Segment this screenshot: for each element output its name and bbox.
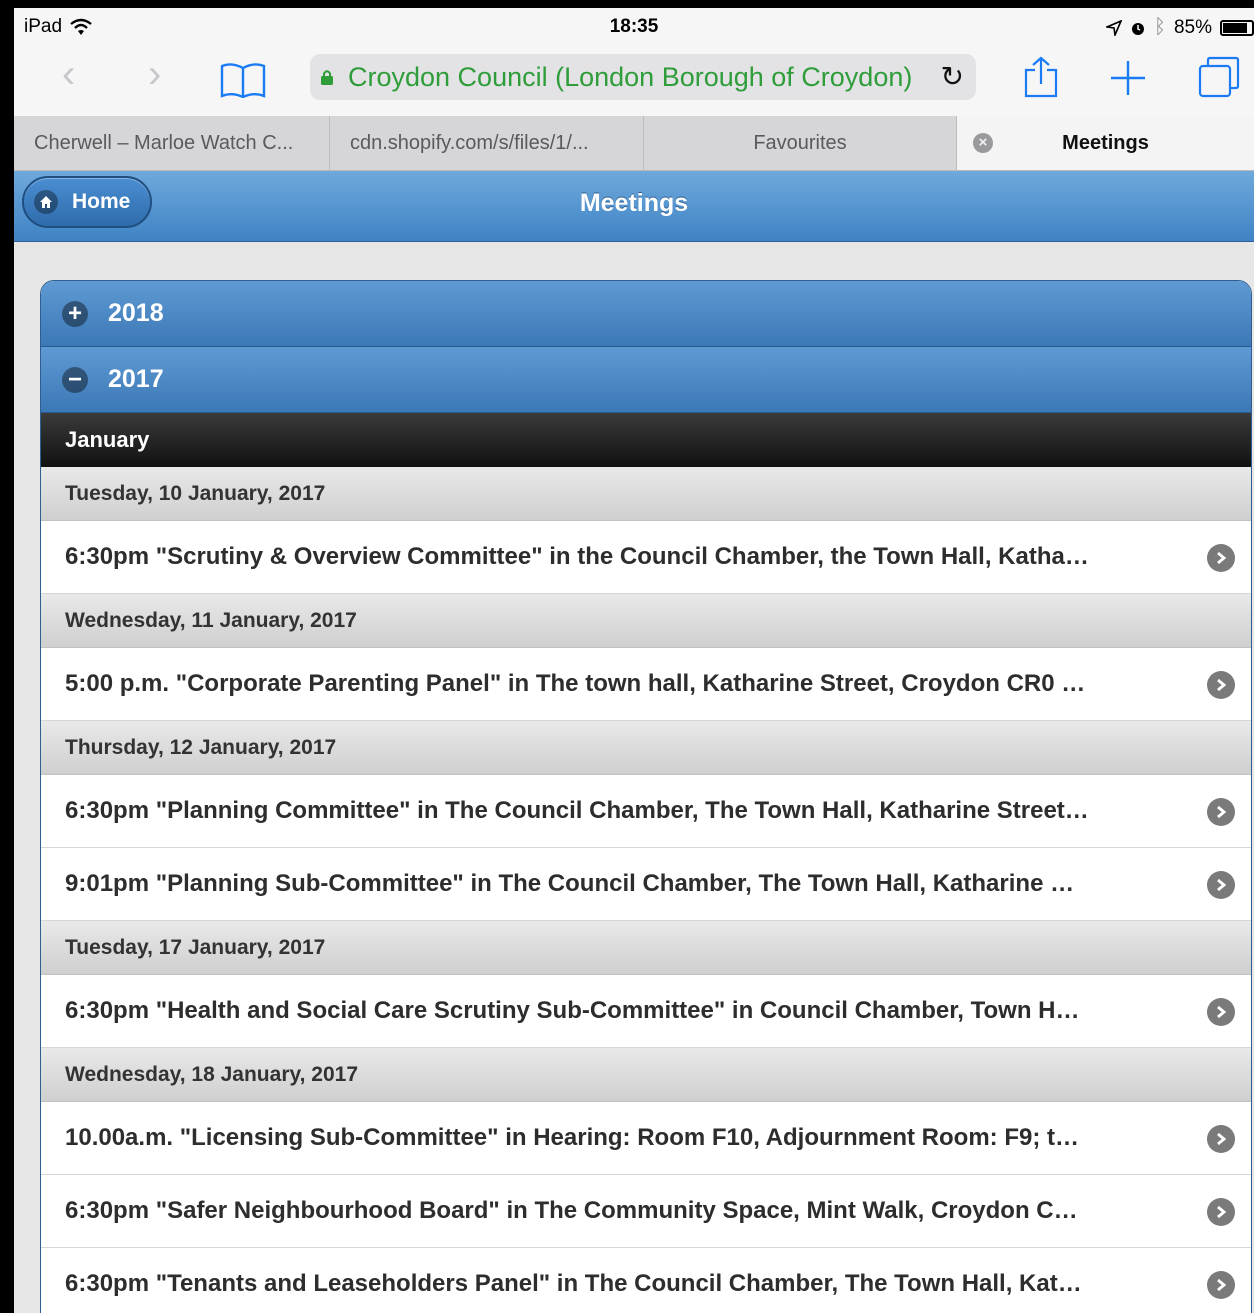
status-time: 18:35 <box>609 16 659 37</box>
share-icon[interactable] <box>1024 56 1058 98</box>
day-divider: Wednesday, 18 January, 2017 <box>41 1048 1251 1102</box>
meeting-text: 10.00a.m. "Licensing Sub-Committee" in H… <box>65 1124 1079 1151</box>
tab-label: Cherwell – Marloe Watch C... <box>34 131 294 154</box>
tab-label: cdn.shopify.com/s/files/1/... <box>350 131 589 154</box>
address-text: Croydon Council (London Borough of Croyd… <box>348 61 913 92</box>
tab-cherwell[interactable]: Cherwell – Marloe Watch C... <box>14 116 330 170</box>
chevron-right-icon <box>1207 998 1235 1026</box>
year-2018-header[interactable]: + 2018 <box>41 281 1251 347</box>
chevron-right-icon <box>1207 871 1235 899</box>
meeting-text: 6:30pm "Health and Social Care Scrutiny … <box>65 997 1080 1024</box>
minus-icon: − <box>62 366 88 393</box>
chevron-right-icon <box>1207 544 1235 572</box>
year-label: 2018 <box>108 299 164 327</box>
meeting-list-item[interactable]: 6:30pm "Safer Neighbourhood Board" in Th… <box>41 1175 1251 1248</box>
new-tab-plus-icon[interactable] <box>1110 60 1146 96</box>
day-divider: Thursday, 12 January, 2017 <box>41 721 1251 775</box>
day-divider: Tuesday, 17 January, 2017 <box>41 921 1251 975</box>
address-bar[interactable]: Croydon Council (London Borough of Croyd… <box>310 54 976 100</box>
battery-fill <box>1223 22 1247 33</box>
battery-percent: 85% <box>1173 16 1212 38</box>
meeting-list-item[interactable]: 10.00a.m. "Licensing Sub-Committee" in H… <box>41 1102 1251 1175</box>
bookmarks-icon[interactable] <box>220 62 266 98</box>
chevron-right-icon <box>1207 1271 1235 1299</box>
page-content: + 2018 − 2017 January Tuesday, 10 Januar… <box>14 242 1254 1313</box>
meeting-list-item[interactable]: 6:30pm "Health and Social Care Scrutiny … <box>41 975 1251 1048</box>
year-2017-header[interactable]: − 2017 <box>41 347 1251 413</box>
tab-favourites[interactable]: Favourites <box>644 116 957 170</box>
battery-icon <box>1220 19 1254 36</box>
browser-tab-strip: Cherwell – Marloe Watch C... cdn.shopify… <box>14 116 1254 171</box>
meetings-accordion: + 2018 − 2017 January Tuesday, 10 Januar… <box>40 280 1252 1313</box>
status-right: ᛒ 85% <box>1105 16 1254 39</box>
status-bar: iPad 18:35 ᛒ 85% <box>14 8 1254 48</box>
page-title: Meetings <box>579 189 689 217</box>
forward-chevron-icon[interactable]: › <box>148 54 161 94</box>
tab-meetings[interactable]: × Meetings <box>957 116 1254 170</box>
tab-shopify[interactable]: cdn.shopify.com/s/files/1/... <box>330 116 644 170</box>
day-divider: Wednesday, 11 January, 2017 <box>41 594 1251 648</box>
meeting-text: 6:30pm "Tenants and Leaseholders Panel" … <box>65 1270 1082 1297</box>
back-chevron-icon[interactable]: ‹ <box>62 54 75 94</box>
meeting-text: 5:00 p.m. "Corporate Parenting Panel" in… <box>65 670 1086 697</box>
meeting-text: 6:30pm "Safer Neighbourhood Board" in Th… <box>65 1197 1078 1224</box>
ipad-screen: iPad 18:35 ᛒ 85% ‹ › Croydon Council (Lo… <box>14 8 1254 1313</box>
meeting-text: 9:01pm "Planning Sub-Committee" in The C… <box>65 870 1075 897</box>
lock-icon <box>320 69 334 85</box>
chevron-right-icon <box>1207 1198 1235 1226</box>
browser-toolbar: ‹ › Croydon Council (London Borough of C… <box>14 48 1254 116</box>
bluetooth-icon: ᛒ <box>1153 16 1166 38</box>
page-header: Home Meetings <box>14 171 1254 242</box>
reload-icon[interactable]: ↻ <box>941 60 964 93</box>
meeting-list-item[interactable]: 6:30pm "Tenants and Leaseholders Panel" … <box>41 1248 1251 1313</box>
meeting-list-item[interactable]: 6:30pm "Planning Committee" in The Counc… <box>41 775 1251 848</box>
tabs-overview-icon[interactable] <box>1198 56 1240 98</box>
alarm-icon <box>1131 22 1144 35</box>
tab-label: Meetings <box>1062 131 1149 154</box>
meeting-list-item[interactable]: 6:30pm "Scrutiny & Overview Committee" i… <box>41 521 1251 594</box>
location-arrow-icon <box>1105 19 1122 36</box>
meeting-text: 6:30pm "Planning Committee" in The Counc… <box>65 797 1089 824</box>
meeting-text: 6:30pm "Scrutiny & Overview Committee" i… <box>65 543 1089 570</box>
day-divider: Tuesday, 10 January, 2017 <box>41 467 1251 521</box>
meeting-list-item[interactable]: 9:01pm "Planning Sub-Committee" in The C… <box>41 848 1251 921</box>
chevron-right-icon <box>1207 671 1235 699</box>
chevron-right-icon <box>1207 798 1235 826</box>
chevron-right-icon <box>1207 1125 1235 1153</box>
plus-icon: + <box>62 300 88 327</box>
tab-label: Favourites <box>753 131 847 154</box>
close-tab-icon[interactable]: × <box>973 133 993 153</box>
meeting-list-item[interactable]: 5:00 p.m. "Corporate Parenting Panel" in… <box>41 648 1251 721</box>
month-divider: January <box>41 413 1251 467</box>
year-label: 2017 <box>108 365 164 393</box>
